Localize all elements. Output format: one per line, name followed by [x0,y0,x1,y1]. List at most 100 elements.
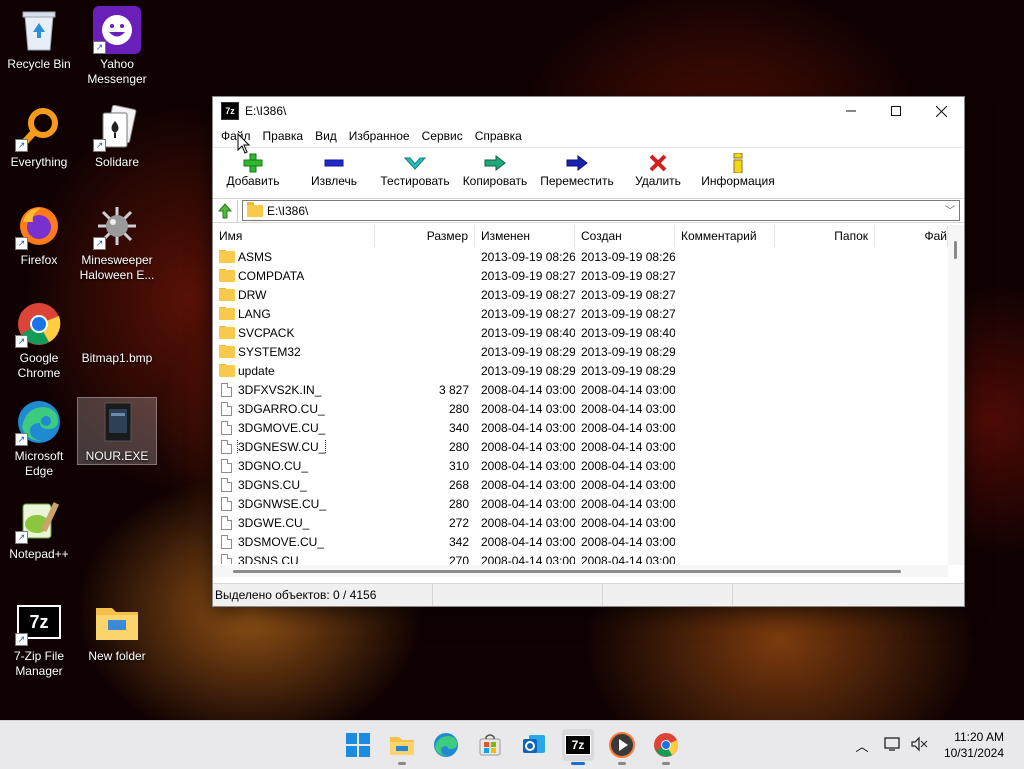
file-row[interactable]: 3DFXVS2K.IN_ 3 827 2008-04-14 03:00 2008-04… [213,380,948,399]
desktop-icon-label: Recycle Bin [7,57,71,71]
desktop-icon-google-chrome[interactable]: ↗ Google Chrome [0,300,78,381]
folder-row[interactable]: DRW 2013-09-19 08:27 2013-09-19 08:27 [213,285,948,304]
7zip-app-icon: 7z [221,102,239,120]
delete-button[interactable]: Удалить [629,152,687,188]
desktop-icon-notepad-plus-plus[interactable]: ↗ Notepad++ [0,496,78,562]
volume-muted-icon[interactable] [910,736,928,755]
desktop-icon-microsoft-edge[interactable]: ↗ Microsoft Edge [0,398,78,479]
file-row[interactable]: 3DGNWSE.CU_ 280 2008-04-14 03:00 2008-04-14… [213,494,948,513]
desktop-icon-yahoo-messenger[interactable]: ↗ Yahoo Messenger [78,6,156,87]
desktop-icon-everything[interactable]: ↗ Everything [0,104,78,170]
running-indicator [398,762,406,765]
file-icon [221,496,232,511]
title-bar[interactable]: 7z E:\I386\ [213,97,964,125]
taskbar-file-explorer[interactable] [386,729,418,765]
folder-up-button[interactable] [213,199,238,222]
clock[interactable]: 11:20 AM 10/31/2024 [944,729,1004,761]
cell-modified: 2008-04-14 03:00 [481,382,575,397]
taskbar-7zip[interactable]: 7z [562,729,594,765]
desktop-icon-7zip[interactable]: 7z ↗ 7-Zip File Manager [0,598,78,679]
show-hidden-icons-button[interactable]: ︿ [852,736,872,755]
column-created[interactable]: Создан [575,225,675,247]
file-row[interactable]: 3DGMOVE.CU_ 340 2008-04-14 03:00 2008-04-14… [213,418,948,437]
7zip-file-manager-window[interactable]: 7z E:\I386\ Файл Правка Вид Избранное Се… [212,96,965,607]
file-icon [221,477,232,492]
desktop-icon-bitmap[interactable]: Bitmap1.bmp [78,300,156,366]
vertical-scrollbar[interactable] [948,225,964,565]
menu-favorites[interactable]: Избранное [343,129,416,143]
menu-help[interactable]: Справка [469,129,528,143]
file-list[interactable]: ASMS 2013-09-19 08:26 2013-09-19 08:26 COMP… [213,247,948,564]
desktop-icon-firefox[interactable]: ↗ Firefox [0,202,78,268]
close-button[interactable] [918,97,964,125]
start-button[interactable] [342,729,374,761]
windows-logo-icon [346,733,370,757]
file-row[interactable]: 3DGARRO.CU_ 280 2008-04-14 03:00 2008-04-14… [213,399,948,418]
desktop-icon-nour-exe[interactable]: NOUR.EXE [77,397,157,465]
folder-row[interactable]: COMPDATA 2013-09-19 08:27 2013-09-19 08:27 [213,266,948,285]
folder-icon [219,287,235,301]
taskbar-outlook[interactable] [518,729,550,761]
file-row[interactable]: 3DGNESW.CU_ 280 2008-04-14 03:00 2008-04-14… [213,437,948,456]
taskbar-media-player[interactable] [606,729,638,765]
cell-modified: 2008-04-14 03:00 [481,477,575,492]
maximize-icon [891,106,901,116]
cell-name: 3DSNS.CU_ [213,553,375,564]
minimize-button[interactable] [828,97,874,125]
column-comment[interactable]: Комментарий [675,225,775,247]
menu-tools[interactable]: Сервис [416,129,469,143]
status-selected: Выделено объектов: 0 / 4156 [213,584,433,606]
desktop-icon-solidare[interactable]: ↗ Solidare [78,104,156,170]
maximize-button[interactable] [873,97,919,125]
info-button[interactable]: Информация [699,152,777,188]
move-icon [539,152,615,174]
desktop-icon-new-folder[interactable]: New folder [78,598,156,664]
column-name[interactable]: Имя [213,225,375,247]
taskbar-edge[interactable] [430,729,462,761]
delete-label: Удалить [635,174,681,188]
column-files[interactable]: Фай [875,225,948,247]
folder-row[interactable]: SYSTEM32 2013-09-19 08:29 2013-09-19 08:29 [213,342,948,361]
scroll-thumb[interactable] [954,241,957,259]
menu-edit[interactable]: Правка [257,129,310,143]
cell-created: 2008-04-14 03:00 [581,553,675,565]
cell-name: LANG [213,306,375,321]
taskbar-microsoft-store[interactable] [474,729,506,761]
item-name: 3DFXVS2K.IN_ [238,382,322,397]
folder-row[interactable]: SVCPACK 2013-09-19 08:40 2013-09-19 08:40 [213,323,948,342]
add-button[interactable]: Добавить [221,152,285,188]
file-row[interactable]: 3DSMOVE.CU_ 342 2008-04-14 03:00 2008-04-14… [213,532,948,551]
menu-view[interactable]: Вид [309,129,343,143]
column-size[interactable]: Размер [375,225,475,247]
cell-size: 272 [448,515,469,530]
file-row[interactable]: 3DGNO.CU_ 310 2008-04-14 03:00 2008-04-14 0… [213,456,948,475]
network-icon[interactable] [884,736,902,755]
folder-row[interactable]: ASMS 2013-09-19 08:26 2013-09-19 08:26 [213,247,948,266]
address-input[interactable]: E:\I386\ ﹀ [242,200,960,221]
cell-modified: 2013-09-19 08:27 [481,306,575,321]
test-button[interactable]: Тестировать [379,152,451,188]
column-folders[interactable]: Папок [775,225,875,247]
move-button[interactable]: Переместить [539,152,615,188]
cell-size: 342 [448,534,469,549]
cell-created: 2008-04-14 03:00 [581,477,675,492]
cell-created: 2008-04-14 03:00 [581,401,675,416]
desktop-icon-minesweeper[interactable]: ↗ Minesweeper Haloween E... [78,202,156,283]
folder-row[interactable]: update 2013-09-19 08:29 2013-09-19 08:29 [213,361,948,380]
column-modified[interactable]: Изменен [475,225,575,247]
extract-button[interactable]: Извлечь [303,152,365,188]
file-row[interactable]: 3DGWE.CU_ 272 2008-04-14 03:00 2008-04-14 0… [213,513,948,532]
desktop-icon-recycle-bin[interactable]: Recycle Bin [0,6,78,72]
copy-button[interactable]: Копировать [461,152,529,188]
folder-row[interactable]: LANG 2013-09-19 08:27 2013-09-19 08:27 [213,304,948,323]
file-row[interactable]: 3DSNS.CU_ 270 2008-04-14 03:00 2008-04-14 0… [213,551,948,564]
taskbar-chrome[interactable] [650,729,682,765]
7zip-icon: 7z [565,735,591,755]
chevron-down-icon[interactable]: ﹀ [945,202,955,217]
file-row[interactable]: 3DGNS.CU_ 268 2008-04-14 03:00 2008-04-14 0… [213,475,948,494]
horizontal-scrollbar[interactable] [213,565,948,577]
cell-created: 2013-09-19 08:26 [581,249,675,264]
item-name: 3DGWE.CU_ [238,515,310,530]
folder-icon [219,249,235,263]
scroll-thumb[interactable] [233,570,901,573]
